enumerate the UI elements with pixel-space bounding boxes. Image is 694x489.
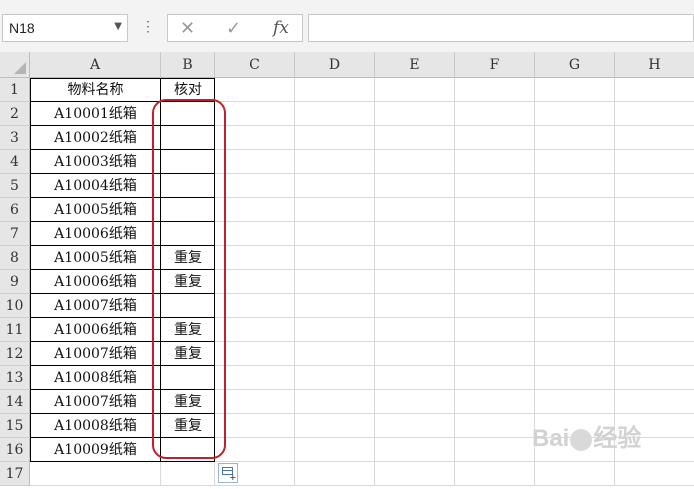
cell-b3[interactable] [161,126,215,150]
select-all-corner[interactable] [0,52,30,78]
baidu-watermark: Bai 经验 [532,425,642,452]
row-header-5[interactable]: 5 [0,174,30,198]
cell-b17[interactable] [161,462,215,486]
row-header-16[interactable]: 16 [0,438,30,462]
cell-b13[interactable] [161,366,215,390]
grid-line [294,78,295,486]
cell-b12[interactable]: 重复 [161,342,215,366]
cell-a17[interactable] [30,462,161,486]
cell-b10[interactable] [161,294,215,318]
row-header-15[interactable]: 15 [0,414,30,438]
row-header-11[interactable]: 11 [0,318,30,342]
more-options-icon[interactable]: ⋮ [141,18,155,35]
cell-b7[interactable] [161,222,215,246]
cell-a13[interactable]: A10008纸箱 [30,366,161,390]
cell-a1[interactable]: 物料名称 [30,78,161,102]
row-header-4[interactable]: 4 [0,150,30,174]
cell-b1[interactable]: 核对 [161,78,215,102]
cell-b2[interactable] [161,102,215,126]
cell-a5[interactable]: A10004纸箱 [30,174,161,198]
cell-a16[interactable]: A10009纸箱 [30,438,161,462]
row-header-6[interactable]: 6 [0,198,30,222]
enter-icon[interactable]: ✓ [226,18,241,39]
cell-a14[interactable]: A10007纸箱 [30,390,161,414]
cell-b4[interactable] [161,150,215,174]
insert-function-icon[interactable]: fx [273,18,289,38]
name-box-value: N18 [9,20,35,36]
cell-b9[interactable]: 重复 [161,270,215,294]
cell-a8[interactable]: A10005纸箱 [30,246,161,270]
column-header-a[interactable]: A [30,52,161,78]
column-header-b[interactable]: B [161,52,215,78]
cell-b5[interactable] [161,174,215,198]
paste-options-icon[interactable]: + [218,463,238,484]
chevron-down-icon[interactable]: ▼ [114,21,122,32]
grid-line [454,78,455,486]
column-header-g[interactable]: G [535,52,615,78]
row-header-12[interactable]: 12 [0,342,30,366]
cell-a12[interactable]: A10007纸箱 [30,342,161,366]
cell-a6[interactable]: A10005纸箱 [30,198,161,222]
cell-a11[interactable]: A10006纸箱 [30,318,161,342]
row-header-9[interactable]: 9 [0,270,30,294]
row-header-7[interactable]: 7 [0,222,30,246]
row-header-14[interactable]: 14 [0,390,30,414]
cell-b16[interactable] [161,438,215,462]
cell-a15[interactable]: A10008纸箱 [30,414,161,438]
column-header-c[interactable]: C [215,52,295,78]
formula-bar: N18 ▼ ⋮ ✕ ✓ fx [0,0,694,53]
column-header-h[interactable]: H [615,52,694,78]
cell-a2[interactable]: A10001纸箱 [30,102,161,126]
formula-buttons: ✕ ✓ fx [167,14,303,42]
cell-a7[interactable]: A10006纸箱 [30,222,161,246]
cell-b6[interactable] [161,198,215,222]
cell-a4[interactable]: A10003纸箱 [30,150,161,174]
cell-b15[interactable]: 重复 [161,414,215,438]
column-header-f[interactable]: F [455,52,535,78]
name-box[interactable]: N18 ▼ [2,14,128,42]
row-header-2[interactable]: 2 [0,102,30,126]
cancel-icon[interactable]: ✕ [180,18,195,39]
column-header-e[interactable]: E [375,52,455,78]
cell-a10[interactable]: A10007纸箱 [30,294,161,318]
cell-a9[interactable]: A10006纸箱 [30,270,161,294]
formula-input[interactable] [308,14,694,42]
cell-b8[interactable]: 重复 [161,246,215,270]
cell-b14[interactable]: 重复 [161,390,215,414]
column-header-d[interactable]: D [295,52,375,78]
row-header-10[interactable]: 10 [0,294,30,318]
row-header-1[interactable]: 1 [0,78,30,102]
row-header-3[interactable]: 3 [0,126,30,150]
row-header-17[interactable]: 17 [0,462,30,486]
row-header-13[interactable]: 13 [0,366,30,390]
cell-b11[interactable]: 重复 [161,318,215,342]
row-header-8[interactable]: 8 [0,246,30,270]
cell-a3[interactable]: A10002纸箱 [30,126,161,150]
grid-line [374,78,375,486]
